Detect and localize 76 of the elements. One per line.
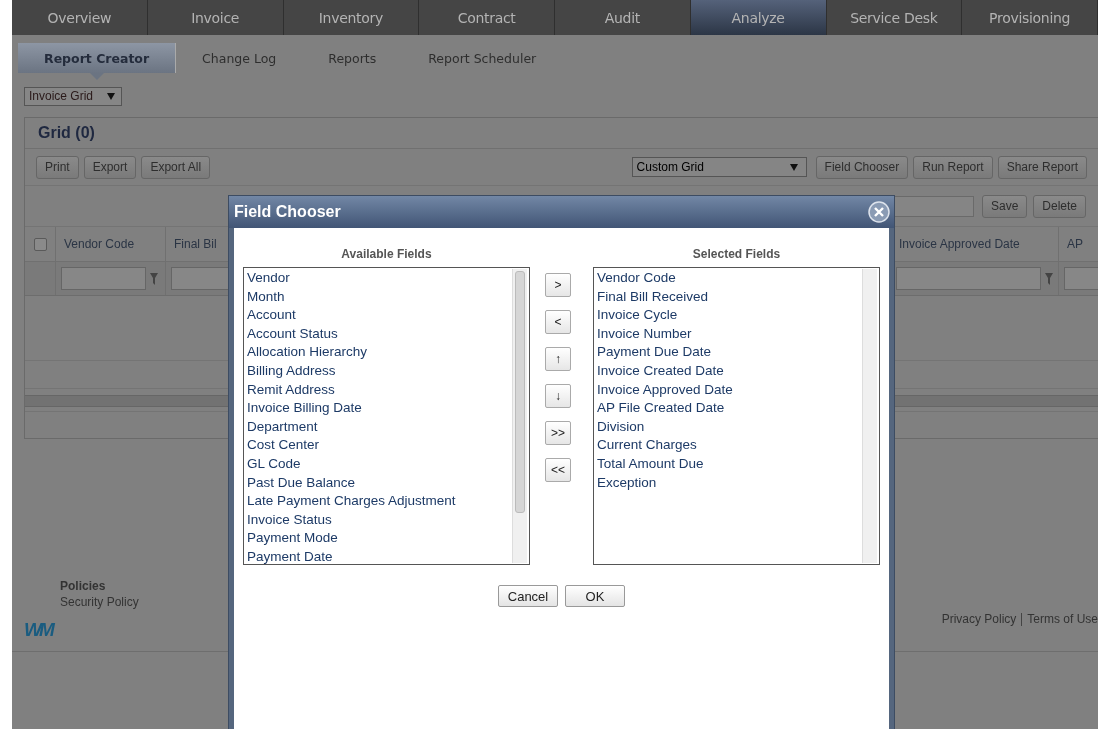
list-item[interactable]: Exception <box>597 473 861 493</box>
list-item[interactable]: Payment Date <box>247 547 511 567</box>
list-item[interactable]: Past Due Balance <box>247 473 511 493</box>
list-label: Selected Fields <box>692 247 781 261</box>
list-item[interactable]: Vendor <box>247 269 511 288</box>
toolbar-button[interactable]: Print <box>36 155 79 179</box>
move-button[interactable]: < <box>545 310 571 334</box>
close-icon[interactable] <box>868 201 890 223</box>
list-item[interactable]: Month <box>247 287 511 307</box>
dialog-button[interactable]: Cancel <box>498 585 558 607</box>
scrollbar[interactable] <box>862 269 877 563</box>
nav-tab[interactable]: Service Desk <box>826 0 963 35</box>
move-button[interactable]: << <box>545 458 571 482</box>
list-item[interactable]: AP File Created Date <box>597 399 861 418</box>
sub-tab[interactable]: Report Creator <box>18 43 177 73</box>
dialog-title: Field Chooser <box>234 203 341 221</box>
list-item[interactable]: Payment Due Date <box>597 343 861 362</box>
list-item[interactable]: Invoice Cycle <box>597 306 861 325</box>
list-item[interactable]: Invoice Status <box>247 510 511 530</box>
move-button[interactable]: > <box>545 273 571 297</box>
toolbar-button[interactable]: Export <box>83 155 137 179</box>
move-button[interactable]: >> <box>545 421 571 445</box>
company-logo: WM <box>24 619 54 641</box>
filter-field[interactable] <box>896 267 1041 290</box>
list-item[interactable]: Allocation Hierarchy <box>247 343 511 362</box>
toolbar-button[interactable]: Share Report <box>997 155 1087 179</box>
list-item[interactable]: Invoice Billing Date <box>247 399 511 418</box>
nav-tab[interactable]: Inventory <box>283 0 420 35</box>
list-item[interactable]: Final Bill Received <box>597 287 861 307</box>
list-item[interactable]: Cost Center <box>247 436 511 455</box>
move-button[interactable]: ↑ <box>545 347 571 371</box>
filter-field[interactable] <box>61 267 146 290</box>
nav-tab[interactable]: Invoice <box>147 0 284 35</box>
list-item[interactable]: Invoice Approved Date <box>597 380 861 400</box>
list-item[interactable]: Invoice Created Date <box>597 361 861 381</box>
selected-fields-list[interactable]: Vendor Code Final Bill Received Invoice Cycle Invoice Number Payment Due Date Invoice Created Date Invoice Approved Date AP File Created Date Division Current Charges Total Amount Due Exception <box>593 267 880 565</box>
sub-tab[interactable]: Change Log <box>176 43 303 73</box>
list-item[interactable]: Total Amount Due <box>597 454 861 474</box>
list-item[interactable]: Vendor Code <box>597 269 861 288</box>
list-label: Available Fields <box>341 247 432 261</box>
nav-tab[interactable]: Provisioning <box>962 0 1098 35</box>
toolbar-button[interactable]: Field Chooser <box>815 155 909 179</box>
nav-tab[interactable]: Audit <box>555 0 691 35</box>
available-fields-list[interactable] <box>243 267 530 565</box>
scrollbar[interactable] <box>512 269 527 563</box>
list-item[interactable]: Current Charges <box>597 436 861 455</box>
toolbar-button[interactable]: Save <box>981 194 1028 218</box>
filter-icon[interactable] <box>1045 272 1053 285</box>
sub-tab[interactable]: Reports <box>302 43 403 73</box>
caret-icon <box>789 163 798 171</box>
caret-icon <box>107 92 116 100</box>
select-all-checkbox[interactable] <box>33 237 47 251</box>
list-item[interactable]: Account Status <box>247 324 511 344</box>
grid-dropdown[interactable]: Invoice Grid <box>24 86 123 106</box>
nav-tab[interactable]: Overview <box>12 0 148 35</box>
view-dropdown[interactable]: Custom Grid <box>631 157 807 177</box>
list-item[interactable]: GL Code <box>247 454 511 474</box>
list-item[interactable]: Account <box>247 306 511 325</box>
sub-tab[interactable]: Report Scheduler <box>402 43 563 73</box>
list-item[interactable]: Billing Address <box>247 361 511 381</box>
dialog-button[interactable]: OK <box>565 585 625 607</box>
grid-title: Grid (0) <box>25 118 1098 149</box>
list-item[interactable]: Payment Mode <box>247 529 511 548</box>
list-item[interactable]: Late Payment Charges Adjustment <box>247 492 511 511</box>
filter-icon[interactable] <box>150 272 158 285</box>
nav-tab[interactable]: Contract <box>419 0 555 35</box>
move-button[interactable]: ↓ <box>545 384 571 408</box>
list-item[interactable]: Department <box>247 417 511 437</box>
toolbar-button[interactable]: Run Report <box>913 155 993 179</box>
nav-tab[interactable]: Analyze <box>690 0 827 35</box>
list-item[interactable]: Remit Address <box>247 380 511 400</box>
toolbar-button[interactable]: Export All <box>141 155 211 179</box>
list-item[interactable]: Invoice Number <box>597 324 861 344</box>
footer-heading: Policies <box>60 579 107 593</box>
list-item[interactable]: Division <box>597 417 861 437</box>
toolbar-button[interactable]: Delete <box>1033 194 1086 218</box>
